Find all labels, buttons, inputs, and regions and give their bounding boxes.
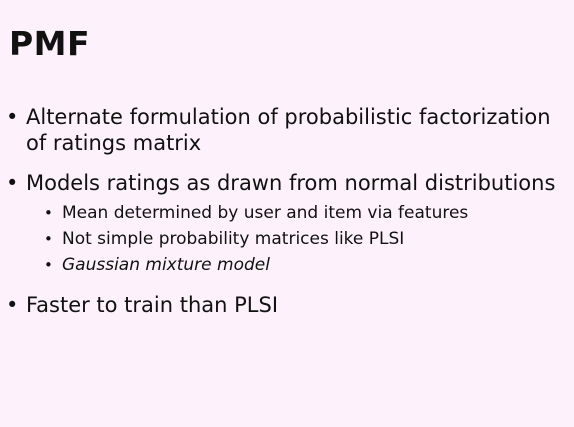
- sub-bullet-item: • Mean determined by user and item via f…: [0, 200, 566, 226]
- bullet-list: • Alternate formulation of probabilistic…: [0, 104, 574, 332]
- bullet-text: Alternate formulation of probabilistic f…: [26, 105, 551, 155]
- slide: PMF • Alternate formulation of probabili…: [0, 0, 574, 427]
- bullet-text: Faster to train than PLSI: [26, 293, 279, 317]
- sub-bullet-list: • Mean determined by user and item via f…: [26, 200, 566, 278]
- sub-bullet-text: Not simple probability matrices like PLS…: [62, 229, 405, 249]
- sub-bullet-item: • Gaussian mixture model: [0, 252, 566, 278]
- bullet-text: Models ratings as drawn from normal dist…: [26, 171, 556, 195]
- bullet-dot-icon: •: [6, 171, 19, 195]
- sub-bullet-text: Mean determined by user and item via fea…: [62, 203, 469, 223]
- bullet-dot-icon: •: [6, 293, 19, 317]
- bullet-item: • Alternate formulation of probabilistic…: [0, 104, 566, 156]
- slide-title: PMF: [9, 24, 91, 63]
- bullet-dot-icon: •: [6, 105, 19, 129]
- sub-bullet-text: Gaussian mixture model: [62, 255, 270, 275]
- bullet-item: • Models ratings as drawn from normal di…: [0, 170, 566, 278]
- sub-bullet-item: • Not simple probability matrices like P…: [0, 226, 566, 252]
- bullet-item: • Faster to train than PLSI: [0, 292, 566, 318]
- sub-bullet-dot-icon: •: [44, 204, 53, 222]
- sub-bullet-dot-icon: •: [44, 256, 53, 274]
- sub-bullet-dot-icon: •: [44, 230, 53, 248]
